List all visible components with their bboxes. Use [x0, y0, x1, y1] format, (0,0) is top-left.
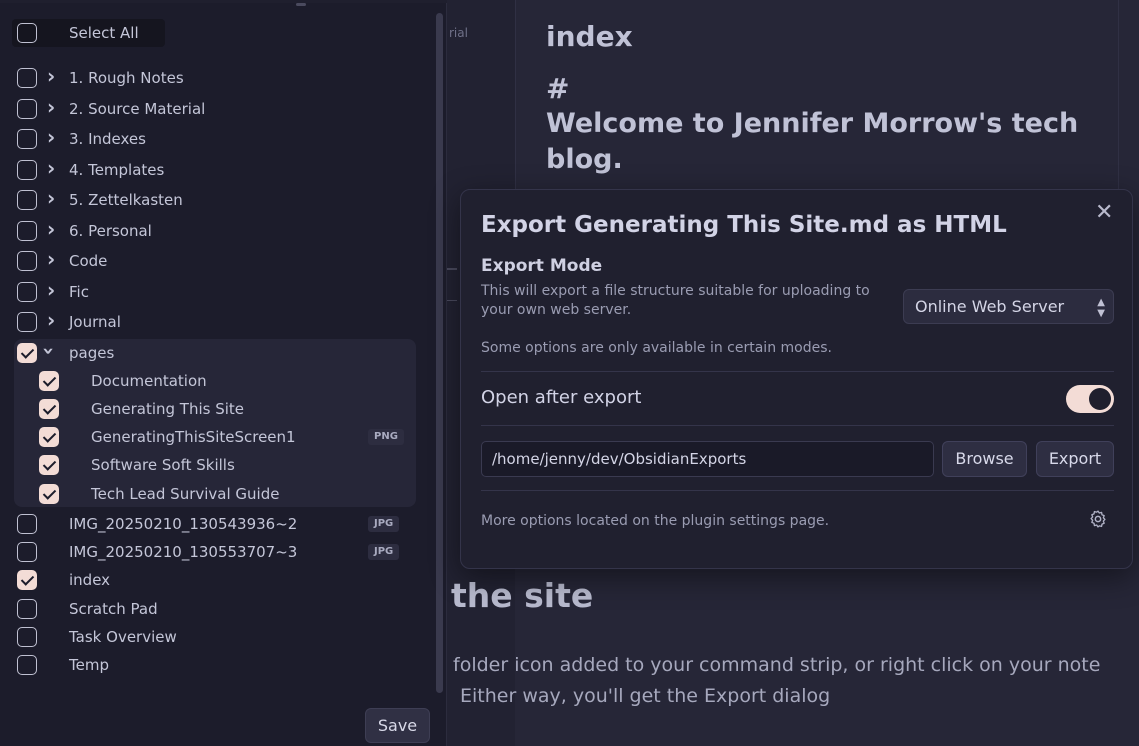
item-checkbox[interactable] [39, 399, 59, 419]
item-checkbox[interactable] [17, 655, 37, 675]
item-label: Software Soft Skills [91, 456, 235, 474]
file-type-badge: JPG [368, 516, 400, 532]
item-checkbox[interactable] [39, 371, 59, 391]
dialog-title: Export Generating This Site.md as HTML [481, 212, 1007, 238]
select-arrows-icon: ▲ ▼ [1097, 297, 1105, 319]
item-checkbox[interactable] [17, 542, 37, 562]
chevron-right-icon[interactable]: › [47, 217, 55, 241]
select-all-label: Select All [69, 24, 139, 42]
item-label: Temp [69, 656, 109, 674]
note-heading: Welcome to Jennifer Morrow's tech blog. [546, 108, 1079, 175]
browse-button[interactable]: Browse [942, 441, 1027, 477]
toggle-knob [1089, 388, 1111, 410]
divider [481, 371, 1114, 372]
note-title: index [546, 20, 633, 53]
item-label: 4. Templates [69, 161, 165, 179]
item-checkbox[interactable] [17, 514, 37, 534]
export-mode-description: This will export a file structure suitab… [481, 283, 870, 318]
export-mode-select[interactable]: Online Web Server ▲ ▼ [903, 289, 1114, 324]
item-label: Task Overview [69, 628, 177, 646]
item-label: Generating This Site [91, 400, 245, 418]
note-paragraph: folder icon added to your command strip,… [453, 650, 1133, 712]
item-checkbox[interactable] [17, 627, 37, 647]
chevron-right-icon[interactable]: › [47, 186, 55, 210]
item-label: Documentation [91, 372, 207, 390]
item-label: IMG_20250210_130543936~2 [69, 515, 298, 533]
item-label: Code [69, 252, 108, 270]
export-path-input[interactable]: /home/jenny/dev/ObsidianExports [481, 441, 934, 477]
chevron-down-icon[interactable]: › [37, 347, 61, 355]
item-label: index [69, 571, 111, 589]
item-label: Scratch Pad [69, 600, 158, 618]
open-after-export-label: Open after export [481, 387, 642, 408]
item-label: 6. Personal [69, 222, 152, 240]
export-mode-label: Export Mode [481, 256, 603, 276]
item-checkbox[interactable] [17, 99, 37, 119]
more-options-note: More options located on the plugin setti… [481, 513, 830, 529]
item-checkbox[interactable] [17, 251, 37, 271]
gear-icon[interactable] [1088, 509, 1108, 529]
select-all-checkbox[interactable] [17, 23, 37, 43]
note-section-heading: the site [451, 576, 594, 615]
note-paragraph-line: Either way, you'll get the Export dialog [460, 685, 831, 707]
note-heading-marker: # [546, 72, 570, 105]
chevron-right-icon[interactable]: › [47, 64, 55, 88]
item-label: Journal [69, 313, 121, 331]
chevron-right-icon[interactable]: › [47, 125, 55, 149]
chevron-right-icon[interactable]: › [47, 247, 55, 271]
item-checkbox[interactable] [39, 427, 59, 447]
item-checkbox[interactable] [39, 484, 59, 504]
chevron-right-icon[interactable]: › [47, 308, 55, 332]
item-label: Tech Lead Survival Guide [91, 485, 280, 503]
pages-folder-group [14, 339, 416, 507]
file-type-badge: JPG [368, 544, 400, 560]
item-label: 1. Rough Notes [69, 69, 184, 87]
file-type-badge: PNG [368, 429, 404, 445]
export-button[interactable]: Export [1036, 441, 1114, 477]
mode-availability-note: Some options are only available in certa… [481, 340, 832, 356]
export-dialog: Export Generating This Site.md as HTML ✕… [460, 189, 1133, 569]
drag-handle[interactable] [296, 3, 306, 6]
item-label: GeneratingThisSiteScreen1 [91, 428, 296, 446]
item-label: Fic [69, 283, 89, 301]
divider [481, 490, 1114, 491]
item-label: pages [69, 344, 115, 362]
background-divider [447, 300, 457, 301]
item-checkbox[interactable] [17, 68, 37, 88]
open-after-export-toggle[interactable] [1066, 385, 1114, 413]
export-mode-value: Online Web Server [915, 297, 1065, 316]
close-icon[interactable]: ✕ [1095, 200, 1113, 225]
chevron-right-icon[interactable]: › [47, 156, 55, 180]
item-label: IMG_20250210_130553707~3 [69, 543, 298, 561]
item-checkbox[interactable] [17, 312, 37, 332]
chevron-right-icon[interactable]: › [47, 278, 55, 302]
item-checkbox[interactable] [17, 129, 37, 149]
item-checkbox[interactable] [17, 221, 37, 241]
item-label: 2. Source Material [69, 100, 206, 118]
item-checkbox[interactable] [17, 570, 37, 590]
item-checkbox[interactable] [17, 190, 37, 210]
divider [481, 425, 1114, 426]
note-paragraph-line: folder icon added to your command strip,… [453, 654, 1101, 676]
item-checkbox[interactable] [17, 599, 37, 619]
item-checkbox[interactable] [39, 455, 59, 475]
item-label: 5. Zettelkasten [69, 191, 183, 209]
scrollbar[interactable] [436, 13, 443, 693]
background-divider [447, 268, 457, 270]
background-explorer-text: rial [449, 26, 468, 40]
save-button[interactable]: Save [365, 708, 430, 743]
item-checkbox[interactable] [17, 282, 37, 302]
item-checkbox[interactable] [17, 160, 37, 180]
item-checkbox[interactable] [17, 343, 37, 363]
item-label: 3. Indexes [69, 130, 146, 148]
chevron-right-icon[interactable]: › [47, 95, 55, 119]
